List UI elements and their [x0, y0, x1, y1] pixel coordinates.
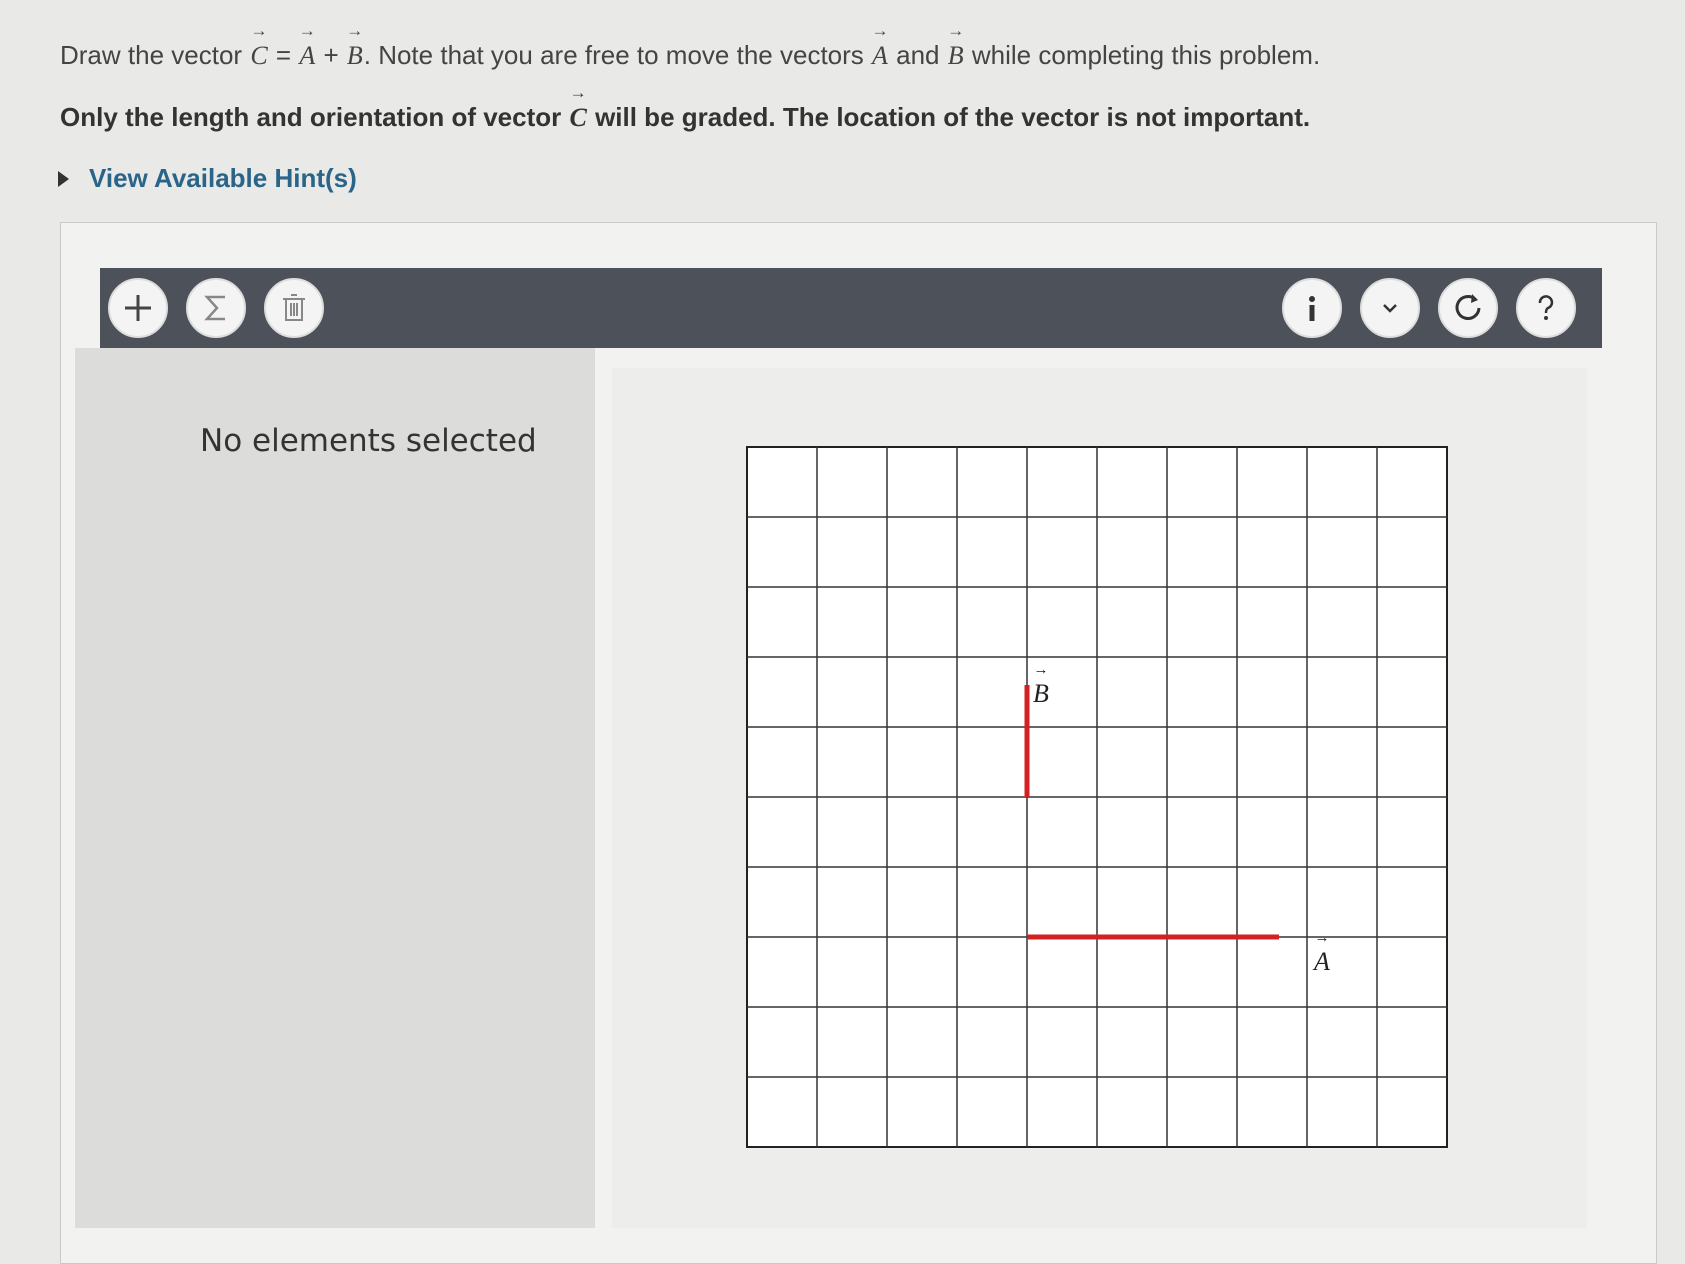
grid-svg[interactable]	[745, 445, 1455, 1155]
vector-a-label: A	[1314, 930, 1330, 977]
caret-right-icon	[58, 170, 69, 187]
info-icon	[1309, 296, 1315, 321]
plus-sign: +	[323, 40, 339, 70]
options-button[interactable]	[1360, 278, 1420, 338]
vector-b-label: B	[1033, 662, 1049, 709]
plus-icon	[125, 295, 151, 321]
view-hints-link[interactable]: View Available Hint(s)	[58, 163, 357, 194]
equals-sign: =	[275, 40, 292, 70]
grading-instruction: Only the length and orientation of vecto…	[60, 83, 1311, 133]
vector-b-symbol-2: B	[947, 21, 965, 71]
prompt-and: and	[896, 40, 940, 70]
vector-c-symbol: C	[249, 21, 269, 71]
help-button[interactable]	[1516, 278, 1576, 338]
prompt-middle: . Note that you are free to move the vec…	[363, 40, 864, 70]
vector-a-symbol: A	[298, 21, 316, 71]
vector-grid[interactable]: B A	[745, 445, 1455, 1160]
prompt-suffix: while completing this problem.	[971, 40, 1321, 70]
trash-icon	[283, 294, 305, 321]
properties-sidebar: No elements selected	[75, 348, 595, 1228]
vector-c-symbol-2: C	[568, 83, 588, 133]
problem-prompt: Draw the vector C = A + B. Note that you…	[60, 21, 1321, 71]
instruction-suffix: will be graded. The location of the vect…	[595, 102, 1311, 132]
reset-icon	[1455, 294, 1481, 320]
vector-b-symbol: B	[346, 21, 364, 71]
sum-button[interactable]	[186, 278, 246, 338]
hint-label: View Available Hint(s)	[89, 163, 357, 193]
delete-button[interactable]	[264, 278, 324, 338]
vector-a-symbol-2: A	[871, 21, 889, 71]
info-button[interactable]	[1282, 278, 1342, 338]
chevron-down-icon	[1383, 304, 1397, 313]
reset-button[interactable]	[1438, 278, 1498, 338]
add-button[interactable]	[108, 278, 168, 338]
instruction-prefix: Only the length and orientation of vecto…	[60, 102, 562, 132]
help-icon	[1538, 295, 1554, 320]
sigma-icon	[204, 295, 225, 321]
selection-status: No elements selected	[200, 423, 537, 459]
toolbar	[100, 268, 1602, 348]
prompt-prefix: Draw the vector	[60, 40, 243, 70]
